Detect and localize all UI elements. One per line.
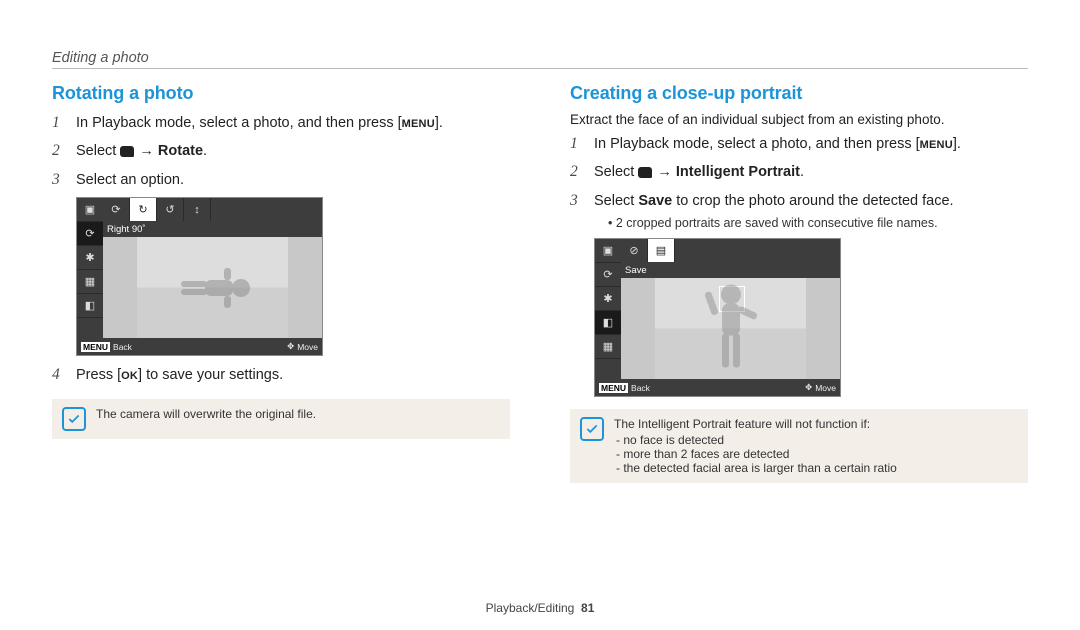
page-footer: Playback/Editing 81 (0, 601, 1080, 615)
step-text: In Playback mode, select a photo, and th… (594, 134, 961, 155)
step-text: Select Save to crop the photo around the… (594, 191, 954, 232)
rotating-heading: Rotating a photo (52, 83, 510, 104)
right-column: Creating a close-up portrait Extract the… (570, 83, 1028, 483)
note-icon (580, 417, 604, 441)
portrait-intro: Extract the face of an individual subjec… (570, 112, 1028, 127)
left-column: Rotating a photo 1 In Playback mode, sel… (52, 83, 510, 483)
step-text: In Playback mode, select a photo, and th… (76, 113, 443, 134)
tool-rotate-icon: ⟳ (595, 263, 621, 287)
portrait-option-label: Save (621, 262, 840, 278)
note-item: no face is detected (626, 433, 897, 447)
rotate-option-label: Right 90˚ (103, 221, 322, 237)
manual-page: Editing a photo Rotating a photo 1 In Pl… (0, 0, 1080, 630)
menu-button-label: MENU (402, 117, 435, 133)
portrait-cancel-icon: ⊘ (621, 239, 648, 262)
tool-portrait-icon: ◧ (595, 311, 621, 335)
header-rule (52, 68, 1028, 69)
step-number: 4 (52, 364, 66, 386)
step-text: Select → Rotate. (76, 141, 207, 162)
portrait-save-icon: ▤ (648, 239, 675, 262)
step-number: 3 (52, 169, 66, 191)
menu-icon: MENU (599, 383, 628, 393)
cam-sidebar: ▣ ⟳ ✱ ▦ ◧ (77, 198, 103, 338)
edit-icon (638, 167, 652, 178)
note-icon (62, 407, 86, 431)
rotate-180-icon: ↕ (184, 198, 211, 221)
tool-filter-icon: ✱ (77, 246, 103, 270)
page-header: Editing a photo (52, 50, 1028, 66)
step-text: Press [OK] to save your settings. (76, 365, 283, 386)
step-number: 1 (570, 133, 584, 155)
tool-resize-icon: ▣ (595, 239, 621, 263)
edit-icon (120, 146, 134, 157)
cam-footer: MENUBack ✥Move (595, 379, 840, 396)
person-figure-rotated (173, 258, 253, 318)
step-number: 3 (570, 190, 584, 212)
tool-crop-icon: ◧ (77, 294, 103, 318)
dpad-icon: ✥ (805, 382, 812, 393)
note-list: no face is detected more than 2 faces ar… (614, 433, 897, 475)
step-text: Select an option. (76, 170, 184, 191)
step-number: 2 (570, 161, 584, 183)
ok-button-label: OK (121, 369, 138, 385)
two-column-layout: Rotating a photo 1 In Playback mode, sel… (52, 83, 1028, 483)
portrait-options: ⊘ ▤ (621, 239, 840, 262)
step-number: 2 (52, 140, 66, 162)
note-body: The Intelligent Portrait feature will no… (614, 417, 897, 475)
portrait-preview (621, 278, 840, 379)
rotating-steps-2: 4 Press [OK] to save your settings. (52, 364, 510, 386)
portrait-steps: 1 In Playback mode, select a photo, and … (570, 133, 1028, 232)
step-number: 1 (52, 112, 66, 134)
rotating-steps: 1 In Playback mode, select a photo, and … (52, 112, 510, 191)
portrait-heading: Creating a close-up portrait (570, 83, 1028, 104)
tool-adjust-icon: ▦ (77, 270, 103, 294)
rotate-screenshot: ▣ ⟳ ✱ ▦ ◧ ⟳ ↻ ↺ ↕ Right 90˚ (76, 197, 323, 356)
tool-rotate-icon: ⟳ (77, 222, 103, 246)
tool-crop-icon: ▦ (595, 335, 621, 359)
rotate-left-icon: ↺ (157, 198, 184, 221)
cam-footer: MENUBack ✥Move (77, 338, 322, 355)
portrait-note: The Intelligent Portrait feature will no… (570, 409, 1028, 483)
cam-sidebar: ▣ ⟳ ✱ ◧ ▦ (595, 239, 621, 379)
note-head: The Intelligent Portrait feature will no… (614, 417, 897, 431)
rotate-right-icon: ↻ (130, 198, 157, 221)
menu-icon: MENU (81, 342, 110, 352)
rotate-off-icon: ⟳ (103, 198, 130, 221)
rotate-preview (103, 237, 322, 338)
rotate-note: The camera will overwrite the original f… (52, 399, 510, 439)
portrait-screenshot: ▣ ⟳ ✱ ◧ ▦ ⊘ ▤ Save (594, 238, 841, 397)
note-text: The camera will overwrite the original f… (96, 407, 316, 421)
rotate-options: ⟳ ↻ ↺ ↕ (103, 198, 322, 221)
step-text: Select → Intelligent Portrait. (594, 162, 804, 183)
note-item: the detected facial area is larger than … (626, 461, 897, 475)
tool-resize-icon: ▣ (77, 198, 103, 222)
note-item: more than 2 faces are detected (626, 447, 897, 461)
step3-sub: 2 cropped portraits are saved with conse… (594, 214, 954, 232)
person-figure (696, 281, 766, 376)
menu-button-label: MENU (920, 138, 953, 154)
tool-filter-icon: ✱ (595, 287, 621, 311)
dpad-icon: ✥ (287, 341, 294, 352)
